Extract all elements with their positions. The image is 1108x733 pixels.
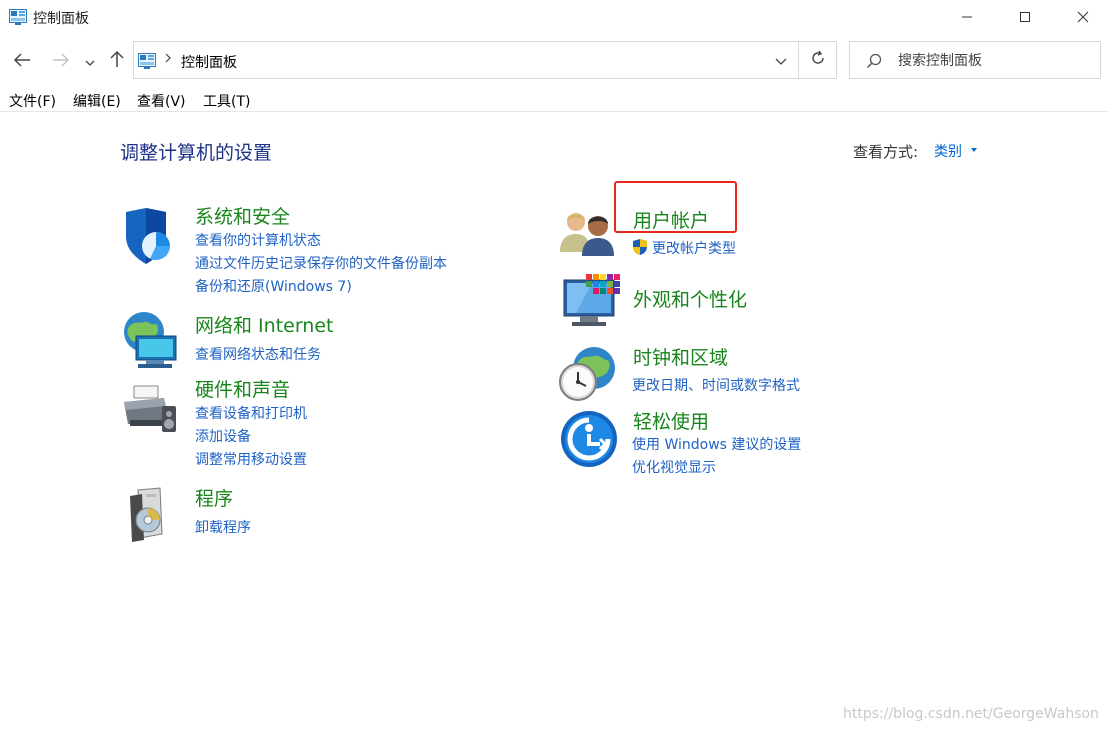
arrow-left-icon bbox=[13, 52, 31, 71]
refresh-icon bbox=[810, 50, 826, 70]
recent-locations-button[interactable] bbox=[79, 48, 101, 74]
close-icon bbox=[1077, 8, 1089, 27]
search-box[interactable] bbox=[849, 41, 1101, 79]
link-add-device[interactable]: 添加设备 bbox=[195, 426, 251, 446]
watermark: https://blog.csdn.net/GeorgeWahson bbox=[843, 706, 1099, 722]
breadcrumb-separator-icon[interactable] bbox=[164, 52, 172, 68]
category-ease-of-access[interactable]: 轻松使用 bbox=[633, 407, 709, 434]
category-user-accounts[interactable]: 用户帐户 bbox=[633, 206, 709, 233]
menu-file[interactable]: 文件(F) bbox=[9, 91, 56, 111]
menu-edit[interactable]: 编辑(E) bbox=[73, 91, 121, 111]
menu-tools[interactable]: 工具(T) bbox=[203, 91, 250, 111]
accessibility-icon[interactable] bbox=[558, 408, 620, 470]
link-view-network-status[interactable]: 查看网络状态和任务 bbox=[195, 344, 321, 364]
category-system-security[interactable]: 系统和安全 bbox=[195, 202, 290, 229]
printer-icon[interactable] bbox=[120, 380, 182, 442]
category-appearance-personalization[interactable]: 外观和个性化 bbox=[633, 285, 747, 312]
control-panel-icon bbox=[138, 53, 156, 69]
control-panel-icon bbox=[9, 9, 27, 25]
breadcrumb-item[interactable]: 控制面板 bbox=[181, 52, 237, 72]
category-network-internet[interactable]: 网络和 Internet bbox=[195, 311, 333, 338]
refresh-button[interactable] bbox=[799, 42, 837, 78]
minimize-button[interactable] bbox=[944, 0, 990, 34]
link-change-date-time-format[interactable]: 更改日期、时间或数字格式 bbox=[632, 375, 800, 395]
shield-icon[interactable] bbox=[120, 206, 182, 268]
menu-bar: 文件(F) 编辑(E) 查看(V) 工具(T) bbox=[0, 88, 1108, 112]
up-button[interactable] bbox=[104, 48, 130, 74]
arrow-right-icon bbox=[52, 52, 70, 71]
link-change-account-type[interactable]: 更改帐户类型 bbox=[652, 238, 736, 258]
monitor-palette-icon[interactable] bbox=[562, 272, 624, 334]
arrow-up-icon bbox=[110, 50, 124, 72]
link-view-computer-status[interactable]: 查看你的计算机状态 bbox=[195, 230, 321, 250]
link-mobility-settings[interactable]: 调整常用移动设置 bbox=[195, 449, 307, 469]
maximize-button[interactable] bbox=[1002, 0, 1048, 34]
search-input[interactable] bbox=[898, 50, 1094, 72]
category-clock-region[interactable]: 时钟和区域 bbox=[633, 343, 728, 370]
link-optimize-visual-display[interactable]: 优化视觉显示 bbox=[632, 457, 716, 477]
chevron-down-icon bbox=[85, 52, 95, 71]
minimize-icon bbox=[961, 8, 973, 27]
clock-globe-icon[interactable] bbox=[558, 344, 620, 406]
search-icon bbox=[866, 53, 882, 73]
title-bar: 控制面板 bbox=[0, 0, 1108, 36]
view-by-label: 查看方式: bbox=[853, 143, 919, 161]
caret-down-icon[interactable] bbox=[971, 148, 977, 152]
link-backup-restore[interactable]: 备份和还原(Windows 7) bbox=[195, 276, 352, 296]
chevron-down-icon bbox=[775, 51, 787, 70]
category-programs[interactable]: 程序 bbox=[195, 484, 233, 511]
page-title: 调整计算机的设置 bbox=[120, 142, 273, 164]
forward-button[interactable] bbox=[48, 48, 74, 74]
back-button[interactable] bbox=[9, 48, 35, 74]
link-windows-recommended-settings[interactable]: 使用 Windows 建议的设置 bbox=[632, 434, 801, 454]
link-uninstall-program[interactable]: 卸载程序 bbox=[195, 517, 251, 537]
users-icon[interactable] bbox=[558, 206, 620, 268]
link-file-history-backup[interactable]: 通过文件历史记录保存你的文件备份副本 bbox=[195, 253, 447, 273]
view-by-dropdown[interactable]: 类别 bbox=[934, 141, 962, 161]
navigation-bar: 控制面板 bbox=[0, 36, 1108, 84]
window-title: 控制面板 bbox=[33, 11, 89, 27]
close-button[interactable] bbox=[1060, 0, 1106, 34]
network-globe-icon[interactable] bbox=[120, 310, 182, 372]
menu-view[interactable]: 查看(V) bbox=[137, 91, 186, 111]
uac-shield-icon bbox=[631, 238, 649, 256]
link-devices-printers[interactable]: 查看设备和打印机 bbox=[195, 403, 307, 423]
maximize-icon bbox=[1019, 8, 1031, 27]
programs-disc-icon[interactable] bbox=[124, 486, 186, 548]
address-dropdown-button[interactable] bbox=[764, 42, 798, 78]
address-bar[interactable]: 控制面板 bbox=[133, 41, 837, 79]
category-hardware-sound[interactable]: 硬件和声音 bbox=[195, 375, 290, 402]
